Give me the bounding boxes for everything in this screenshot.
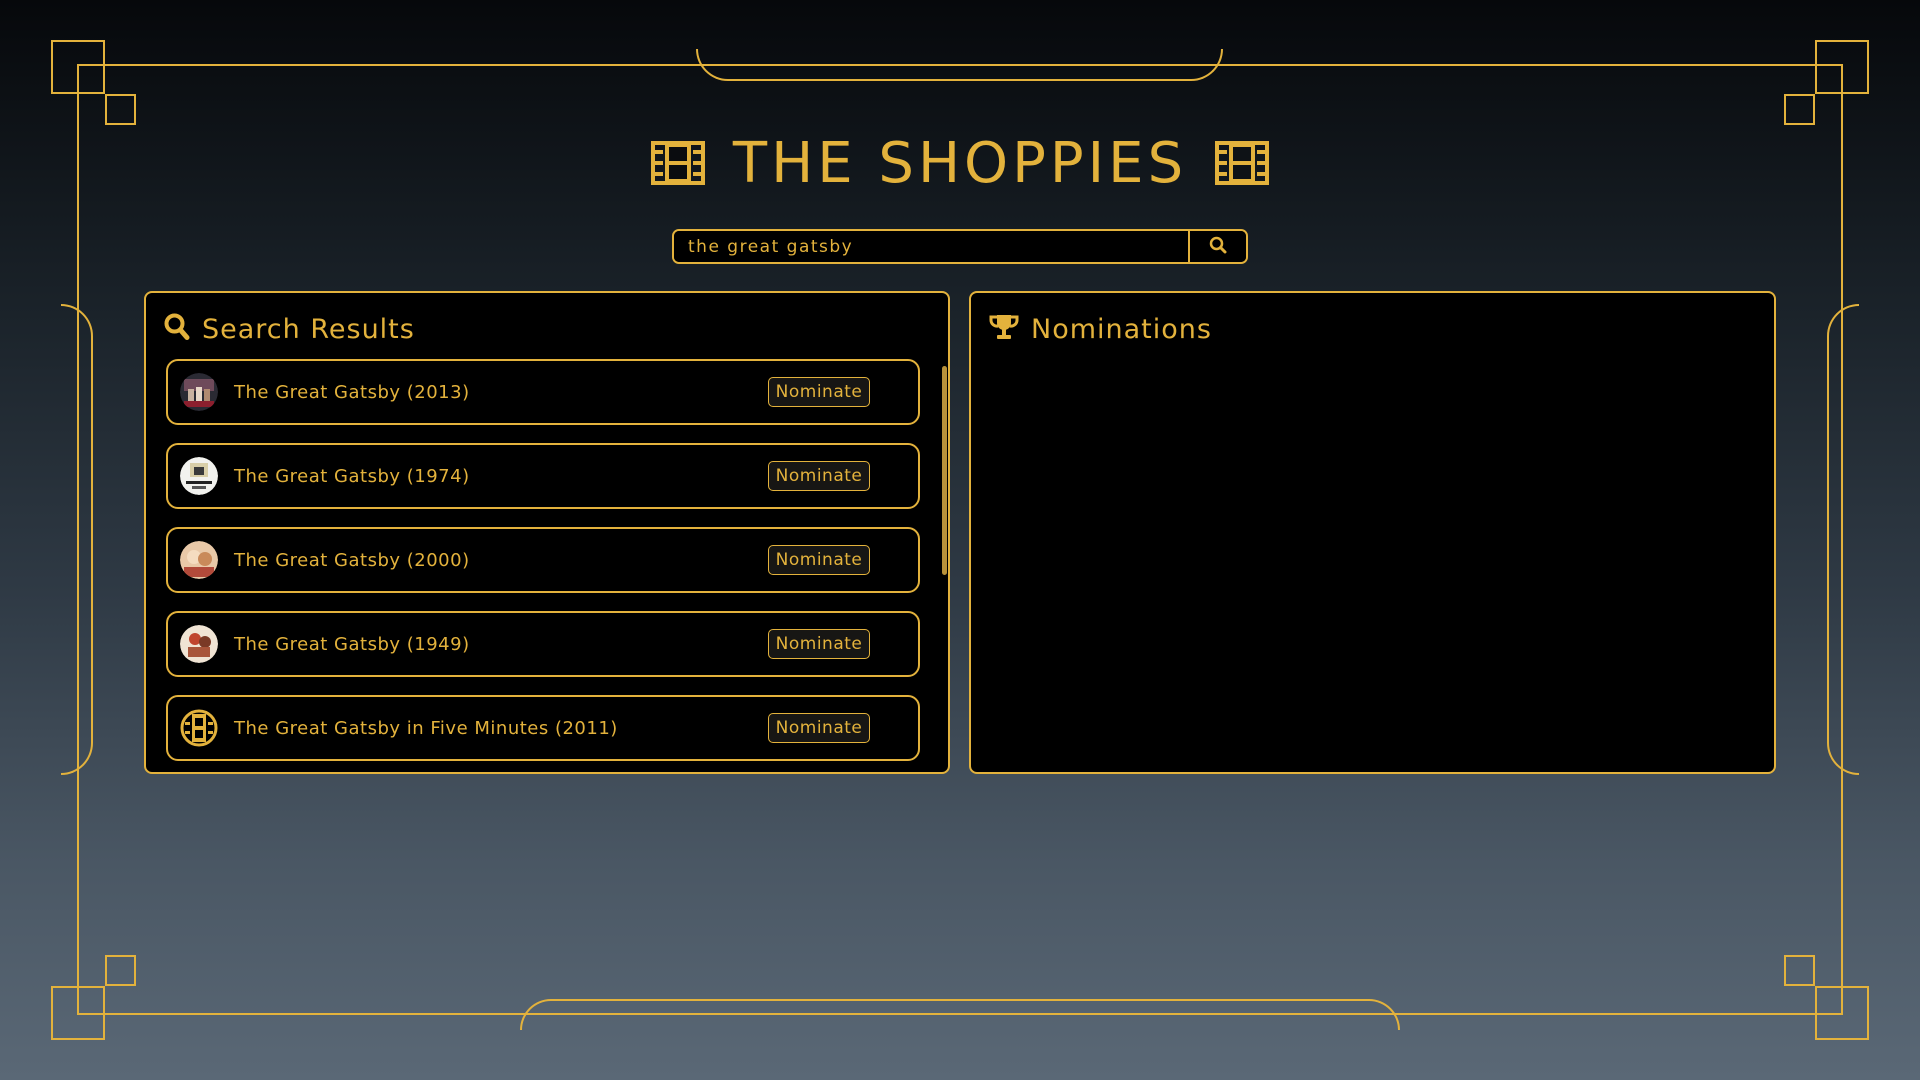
film-icon (180, 709, 218, 747)
result-title: The Great Gatsby (1949) (234, 633, 470, 655)
nominate-button[interactable]: Nominate (768, 545, 870, 575)
film-icon (650, 141, 705, 185)
search-results-panel: Search Results The Great Gatsby (2013) N… (144, 291, 950, 774)
ornament-left-bracket (61, 304, 93, 775)
nominate-button[interactable]: Nominate (768, 713, 870, 743)
search-icon (1209, 236, 1227, 258)
list-item: The Great Gatsby (1974) Nominate (166, 443, 920, 509)
list-item: The Great Gatsby (1949) Nominate (166, 611, 920, 677)
app-title: THE SHOPPIES (732, 130, 1188, 196)
result-title: The Great Gatsby (2013) (234, 381, 470, 403)
list-item: The Great Gatsby (2000) Nominate (166, 527, 920, 593)
nominations-panel: Nominations (969, 291, 1776, 774)
nominate-button[interactable]: Nominate (768, 461, 870, 491)
results-scrollbar[interactable] (942, 366, 947, 575)
list-item: The Great Gatsby in Five Minutes (2011) … (166, 695, 920, 761)
ornament-top-tab (696, 49, 1223, 81)
movie-poster-thumbnail (180, 457, 218, 495)
list-item: The Great Gatsby (2013) Nominate (166, 359, 920, 425)
search-results-title: Search Results (202, 313, 415, 345)
search-bar (672, 229, 1248, 264)
nominations-title: Nominations (1031, 313, 1212, 345)
search-input[interactable] (674, 231, 1188, 262)
search-results-list: The Great Gatsby (2013) Nominate The Gre… (166, 359, 922, 779)
movie-poster-thumbnail (180, 373, 218, 411)
movie-poster-thumbnail (180, 625, 218, 663)
result-title: The Great Gatsby (1974) (234, 465, 470, 487)
result-title: The Great Gatsby (2000) (234, 549, 470, 571)
ornament-right-bracket (1827, 304, 1859, 775)
result-title: The Great Gatsby in Five Minutes (2011) (234, 717, 618, 739)
nominate-button[interactable]: Nominate (768, 377, 870, 407)
search-results-header: Search Results (164, 309, 415, 349)
ornament-bottom-tab (520, 999, 1400, 1030)
app-header: THE SHOPPIES (0, 128, 1920, 198)
nominations-header: Nominations (989, 309, 1212, 349)
film-icon (1215, 141, 1270, 185)
nominate-button[interactable]: Nominate (768, 629, 870, 659)
search-icon (164, 313, 190, 345)
search-button[interactable] (1188, 231, 1246, 262)
trophy-icon (989, 313, 1019, 345)
movie-poster-thumbnail (180, 541, 218, 579)
